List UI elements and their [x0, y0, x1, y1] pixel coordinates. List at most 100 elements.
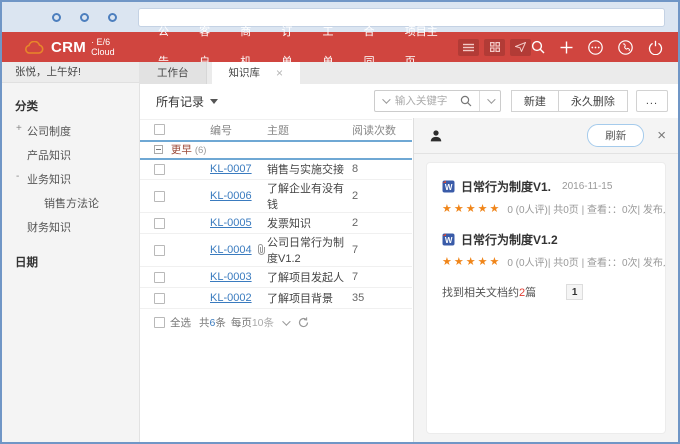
sidebar: 张悦，上午好! 分类 + 公司制度 产品知识 - 业务知识 销售方法论 财务知识… — [2, 62, 140, 442]
row-checkbox[interactable] — [154, 293, 165, 304]
cloud-logo-icon — [24, 41, 44, 54]
record-link[interactable]: KL-0007 — [210, 163, 252, 175]
brand-suffix: · E/6 Cloud — [91, 37, 133, 57]
caret-down-icon — [210, 99, 218, 104]
detail-panel: 刷新 × W 日常行为制度V1. 2016-11-15 ★★★★★ — [414, 118, 678, 442]
view-selector[interactable]: 所有记录 — [156, 93, 218, 110]
rating-stars-icon[interactable]: ★★★★★ — [442, 255, 501, 268]
search-icon[interactable] — [531, 40, 545, 54]
select-all-label[interactable]: 全选 — [170, 315, 191, 330]
sidebar-item-company-policy[interactable]: + 公司制度 — [2, 119, 139, 143]
column-header-subject: 主题 — [267, 120, 352, 141]
table-row[interactable]: KL-0007 销售与实施交接 8 — [140, 159, 412, 180]
table-header-row: 编号 主题 阅读次数 — [140, 120, 412, 141]
row-checkbox[interactable] — [154, 164, 165, 175]
page-number-button[interactable]: 1 — [566, 284, 583, 300]
new-button[interactable]: 新建 — [511, 90, 559, 112]
column-header-id: 编号 — [210, 120, 267, 141]
sidebar-section-date: 日期 — [2, 239, 139, 275]
table-row[interactable]: KL-0002 了解项目背景 35 — [140, 288, 412, 309]
tab-bar: 工作台 知识库 × — [140, 62, 678, 84]
expand-icon[interactable]: + — [16, 123, 22, 134]
brand-name: CRM — [51, 39, 86, 56]
panel-close-icon[interactable]: × — [657, 127, 666, 144]
total-count: 共6条 — [199, 315, 226, 330]
doc-item: W 日常行为制度V1.2 — [442, 231, 650, 248]
row-checkbox[interactable] — [154, 272, 165, 283]
tab-workbench[interactable]: 工作台 — [140, 62, 207, 84]
window-control-dot[interactable] — [80, 13, 89, 22]
select-all-checkbox[interactable] — [154, 124, 165, 135]
record-link[interactable]: KL-0005 — [210, 217, 252, 229]
group-row-earlier[interactable]: 更早 (6) — [140, 141, 412, 159]
toolbar: 所有记录 新建 永久删除 — [140, 84, 678, 118]
doc-meta: ★★★★★ 0 (0人评)| 共0页 | 查看：：0次| 发布人： 张悦 — [442, 201, 650, 216]
attachment-icon — [257, 244, 266, 255]
doc-item: W 日常行为制度V1. 2016-11-15 — [442, 178, 650, 195]
rating-stars-icon[interactable]: ★★★★★ — [442, 202, 501, 215]
sidebar-item-business-knowledge[interactable]: - 业务知识 — [2, 167, 139, 191]
row-checkbox[interactable] — [154, 245, 165, 256]
record-link[interactable]: KL-0006 — [210, 190, 252, 202]
collapse-icon[interactable]: - — [16, 171, 19, 182]
search-submit-icon[interactable] — [453, 91, 479, 111]
window-control-dot[interactable] — [108, 13, 117, 22]
svg-text:W: W — [445, 183, 453, 192]
related-docs-card: W 日常行为制度V1. 2016-11-15 ★★★★★ 0 (0人评)| 共0… — [426, 162, 666, 434]
detail-panel-header: 刷新 × — [414, 118, 678, 154]
more-actions-button[interactable]: ... — [636, 90, 668, 112]
table-footer: 全选 共6条 每页10条 — [140, 309, 413, 330]
permanent-delete-button[interactable]: 永久删除 — [558, 90, 628, 112]
row-checkbox[interactable] — [154, 191, 165, 202]
per-page-selector[interactable]: 每页10条 — [231, 315, 274, 330]
search-combo — [374, 90, 501, 112]
doc-title-link[interactable]: 日常行为制度V1.2 — [461, 231, 558, 248]
power-icon[interactable] — [648, 40, 663, 55]
header-utility-icons — [531, 40, 663, 55]
add-icon[interactable] — [560, 41, 573, 54]
table-row[interactable]: KL-0005 发票知识 2 — [140, 213, 412, 234]
doc-meta: ★★★★★ 0 (0人评)| 共0页 | 查看：：0次| 发布人： 张悦 — [442, 254, 650, 269]
records-table: 编号 主题 阅读次数 更早 (6) — [140, 119, 412, 309]
table-row[interactable]: KL-0004 公司日常行为制度V1.2 7 — [140, 234, 412, 267]
app-window: CRM · E/6 Cloud 公告 客户 商机 订单 工单 合同 项目主页 — [0, 0, 680, 444]
sidebar-item-sales-methodology[interactable]: 销售方法论 — [2, 191, 139, 215]
chevron-down-icon[interactable] — [282, 317, 290, 325]
window-control-dot[interactable] — [52, 13, 61, 22]
send-button[interactable] — [510, 39, 531, 56]
doc-title-link[interactable]: 日常行为制度V1. — [461, 178, 551, 195]
word-doc-icon: W — [442, 233, 455, 246]
more-circle-icon[interactable] — [588, 40, 603, 55]
search-input[interactable] — [395, 95, 453, 107]
record-link[interactable]: KL-0002 — [210, 292, 252, 304]
window-controls — [52, 13, 117, 22]
phone-icon[interactable] — [618, 40, 633, 55]
search-result-summary: 找到相关文档约2篇 1 — [442, 284, 650, 300]
svg-text:W: W — [445, 236, 453, 245]
chevron-down-icon — [382, 95, 390, 103]
table-row[interactable]: KL-0006 了解企业有没有钱 2 — [140, 180, 412, 213]
refresh-icon[interactable] — [298, 317, 309, 328]
search-scope-dropdown[interactable] — [375, 91, 395, 111]
footer-select-all-checkbox[interactable] — [154, 317, 165, 328]
app-header: CRM · E/6 Cloud 公告 客户 商机 订单 工单 合同 项目主页 — [2, 32, 678, 62]
row-checkbox[interactable] — [154, 218, 165, 229]
sidebar-section-category: 分类 — [2, 83, 139, 119]
chevron-down-icon — [487, 95, 495, 103]
greeting-text: 张悦，上午好! — [2, 62, 139, 83]
collapse-group-icon[interactable] — [154, 145, 163, 154]
grid-view-button[interactable] — [484, 39, 505, 56]
refresh-button[interactable]: 刷新 — [587, 124, 644, 147]
tab-close-icon[interactable]: × — [276, 62, 283, 84]
sidebar-item-product-knowledge[interactable]: 产品知识 — [2, 143, 139, 167]
list-view-button[interactable] — [458, 39, 479, 56]
tab-knowledge-base[interactable]: 知识库 × — [212, 62, 301, 84]
record-link[interactable]: KL-0004 — [210, 244, 252, 256]
table-row[interactable]: KL-0003 了解项目发起人 7 — [140, 267, 412, 288]
record-link[interactable]: KL-0003 — [210, 271, 252, 283]
doc-date: 2016-11-15 — [562, 181, 612, 192]
records-table-area: 编号 主题 阅读次数 更早 (6) — [140, 118, 414, 442]
word-doc-icon: W — [442, 180, 455, 193]
sidebar-item-finance-knowledge[interactable]: 财务知识 — [2, 215, 139, 239]
search-options-dropdown[interactable] — [479, 91, 500, 111]
